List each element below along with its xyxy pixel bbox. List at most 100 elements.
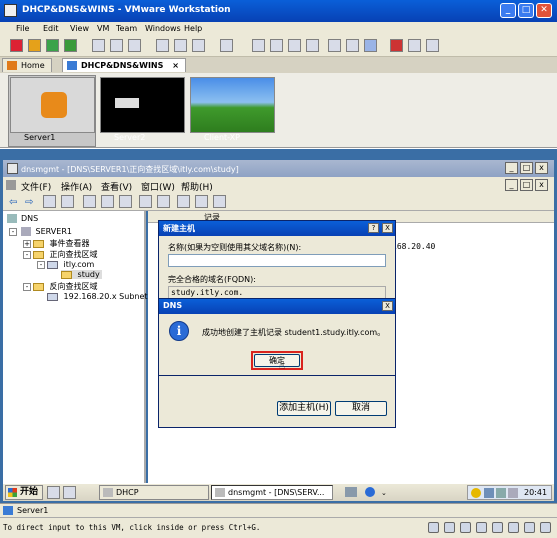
tray-expand-icon[interactable]: ⌄ [381,489,387,497]
refresh-icon[interactable] [119,195,132,208]
start-button[interactable]: 开始 [5,485,43,500]
menu-windows[interactable]: Windows [145,24,181,33]
dns-close-button[interactable]: x [535,162,548,174]
clone-icon[interactable] [156,39,169,52]
lan-segment-icon[interactable] [426,39,439,52]
menu-window-cn[interactable]: 窗口(W) [141,180,175,193]
tree-event-viewer[interactable]: + 事件查看器 [23,238,90,249]
collapse-icon[interactable]: - [37,260,45,269]
help-button[interactable]: ? [368,223,379,233]
menu-file-cn[interactable]: 文件(F) [21,180,51,193]
unity-icon[interactable] [346,39,359,52]
tray-volume-icon[interactable] [508,488,518,498]
add-host-button[interactable]: 添加主机(H) [277,401,331,416]
show-tree-icon[interactable] [61,195,74,208]
record-icon[interactable] [220,39,233,52]
menu-help-cn[interactable]: 帮助(H) [181,180,213,193]
expand-icon[interactable]: + [23,239,31,248]
console-view-icon[interactable] [306,39,319,52]
menu-vm[interactable]: VM [97,24,109,33]
hdd-icon[interactable] [428,522,439,533]
tab-home[interactable]: Home [2,58,52,72]
thumb-server2-screen[interactable] [100,77,185,133]
team-settings-icon[interactable] [408,39,421,52]
full-screen-icon[interactable] [328,39,341,52]
usb-icon[interactable] [492,522,503,533]
tree-forward-zones[interactable]: - 正向查找区域 [23,249,98,260]
tree-subzone-study[interactable]: study [61,270,102,279]
reset-icon[interactable] [64,39,77,52]
collapse-icon[interactable]: - [23,250,31,259]
quick-switch-icon[interactable] [270,39,283,52]
tree-reverse-zones[interactable]: - 反向查找区域 [23,281,98,292]
up-level-icon[interactable] [43,195,56,208]
power-on-icon[interactable] [46,39,59,52]
maximize-button[interactable]: □ [518,3,534,18]
snapshot-manager-icon[interactable] [128,39,141,52]
quicklaunch-desktop-icon[interactable] [63,486,76,499]
menu-team[interactable]: Team [116,24,137,33]
suspend-icon[interactable] [28,39,41,52]
sidebar-icon[interactable] [252,39,265,52]
stop-team-icon[interactable] [390,39,403,52]
menu-view-cn[interactable]: 查看(V) [101,180,132,193]
tree-server1[interactable]: - SERVER1 [9,227,72,236]
collapse-icon[interactable]: - [23,282,31,291]
delete-icon[interactable] [83,195,96,208]
dns-message-close-button[interactable]: X [382,301,393,311]
tab-dhcp-dns-wins[interactable]: DHCP&DNS&WINS × [62,58,186,72]
export-list-icon[interactable] [157,195,170,208]
thumbnail-view-icon[interactable] [364,39,377,52]
mmc-icon [6,180,16,190]
cdrom-icon[interactable] [444,522,455,533]
name-input[interactable] [168,254,386,267]
collapse-icon[interactable]: - [9,227,17,236]
menu-edit[interactable]: Edit [43,24,59,33]
capture-icon[interactable] [192,39,205,52]
tray-vmware-tools-icon[interactable] [496,488,506,498]
revert-snapshot-icon[interactable] [110,39,123,52]
tree-dns-root[interactable]: DNS [7,214,38,223]
message-log-icon[interactable] [524,522,535,533]
properties-icon[interactable] [101,195,114,208]
network-adapter-icon[interactable] [476,522,487,533]
help-icon[interactable] [139,195,152,208]
network-icon[interactable] [345,487,357,497]
tab-close-icon[interactable]: × [172,61,179,70]
new-host-close-button[interactable]: X [382,223,393,233]
record-list-icon[interactable] [195,195,208,208]
task-dnsmgmt[interactable]: dnsmgmt - [DNS\SERV... [211,485,333,500]
inner-close-button[interactable]: x [535,179,548,191]
menu-action-cn[interactable]: 操作(A) [61,180,92,193]
summary-view-icon[interactable] [288,39,301,52]
floppy-icon[interactable] [460,522,471,533]
thumb-server1-screen[interactable] [10,77,95,133]
record-detail-icon[interactable] [213,195,226,208]
quicklaunch-ie-icon[interactable] [47,486,60,499]
snapshot-icon[interactable] [92,39,105,52]
inner-minimize-button[interactable]: _ [505,179,518,191]
close-button[interactable]: ✕ [536,3,552,18]
dns-maximize-button[interactable]: □ [520,162,533,174]
tree-reverse-subnet[interactable]: 192.168.20.x Subnet [47,292,148,301]
menu-help[interactable]: Help [184,24,202,33]
sound-icon[interactable] [508,522,519,533]
ok-button[interactable]: 确定 [254,354,300,367]
tree-zone-itly[interactable]: - itly.com [37,260,94,269]
cancel-button[interactable]: 取消 [335,401,387,416]
security-alert-icon[interactable] [471,488,481,498]
power-off-icon[interactable] [10,39,23,52]
menu-view[interactable]: View [70,24,89,33]
inner-maximize-button[interactable]: □ [520,179,533,191]
menu-file[interactable]: File [16,24,29,33]
task-dhcp[interactable]: DHCP [99,485,209,500]
help-tray-icon[interactable] [365,487,375,497]
back-icon[interactable]: ⇦ [9,197,17,208]
thumb-client-xp-screen[interactable] [190,77,275,133]
forward-icon[interactable]: ⇨ [25,197,33,208]
team-icon[interactable] [174,39,187,52]
minimize-button[interactable]: _ [500,3,516,18]
dns-minimize-button[interactable]: _ [505,162,518,174]
tray-network-icon[interactable] [484,488,494,498]
list-icon[interactable] [177,195,190,208]
